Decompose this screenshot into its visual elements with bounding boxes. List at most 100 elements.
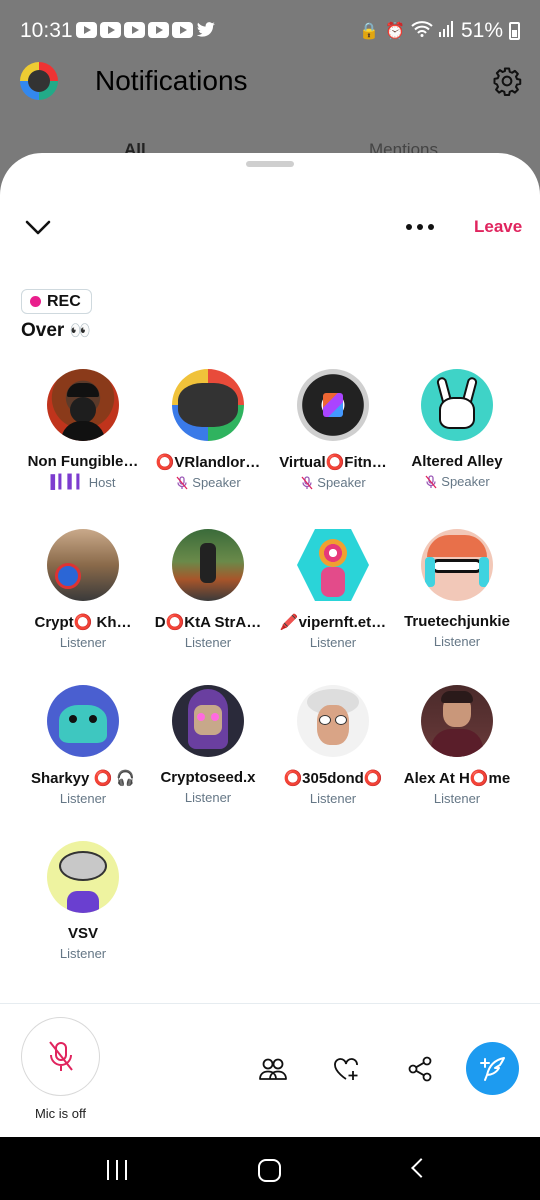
participant-name: Alex At H⭕me <box>403 770 511 787</box>
divider <box>0 1003 540 1004</box>
youtube-icon <box>172 22 193 38</box>
leave-button[interactable]: Leave <box>474 217 522 237</box>
battery-percent: 51% <box>460 19 503 42</box>
participant[interactable]: ⭕VRlandlor… Speaker <box>141 369 275 490</box>
participant-name: ⭕305dond⭕ <box>283 770 383 787</box>
mic-toggle-button[interactable] <box>21 1017 100 1096</box>
heart-plus-icon <box>334 1058 358 1080</box>
back-icon[interactable] <box>411 1158 431 1178</box>
participant-name: D⭕KtA StrA… <box>154 614 262 631</box>
avatar <box>172 369 244 441</box>
participant-role: Listener <box>309 791 357 806</box>
notification-icons <box>76 22 216 38</box>
youtube-icon <box>100 22 121 38</box>
avatar[interactable] <box>20 62 58 100</box>
more-options-button[interactable] <box>402 215 438 239</box>
youtube-icon <box>148 22 169 38</box>
mic-off-icon <box>48 1040 73 1071</box>
chevron-down-icon[interactable] <box>22 215 54 239</box>
participant-name: Crypt⭕ Kh… <box>34 614 132 631</box>
participant-name: Non Fungible… <box>27 453 139 470</box>
space-title: Over 👀 <box>21 320 91 341</box>
avatar <box>297 685 369 757</box>
participant[interactable]: Non Fungible… ▌▎▍▎ Host <box>16 369 150 490</box>
participant-role: Speaker <box>141 475 275 490</box>
participant-role: Listener <box>309 635 357 650</box>
rec-dot-icon <box>30 296 41 307</box>
signal-icon <box>438 20 455 42</box>
participant-name: ⭕VRlandlor… <box>155 454 261 471</box>
participant[interactable]: ⭕305dond⭕ Listener <box>266 685 400 806</box>
notifications-header: Notifications <box>0 60 540 104</box>
participant-role: Listener <box>433 791 481 806</box>
participant-name: VSV <box>67 925 98 942</box>
participant-role: Speaker <box>390 474 524 489</box>
participant-name: Cryptoseed.x <box>160 769 256 786</box>
avatar <box>47 369 119 441</box>
rec-label: REC <box>47 292 81 310</box>
participant[interactable]: Crypt⭕ Kh… Listener <box>16 529 150 650</box>
participant-name: Truetechjunkie <box>404 613 510 630</box>
participant-role: Speaker <box>266 475 400 490</box>
youtube-icon <box>76 22 97 38</box>
participant-name: Virtual⭕Fitn… <box>279 454 387 471</box>
wifi-icon <box>411 20 433 42</box>
battery-icon <box>509 22 520 40</box>
avatar <box>172 685 244 757</box>
avatar <box>297 369 369 441</box>
mic-muted-icon <box>176 475 188 489</box>
feather-plus-icon <box>479 1056 505 1081</box>
system-status: 🔒 ⏰ 51% <box>359 19 520 43</box>
participant-role: Listener <box>59 946 107 961</box>
twitter-icon <box>196 22 216 38</box>
status-time: 10:31 <box>20 19 73 42</box>
youtube-icon <box>124 22 145 38</box>
avatar <box>47 841 119 913</box>
home-icon[interactable] <box>258 1159 281 1182</box>
participant[interactable]: Alex At H⭕me Listener <box>390 685 524 806</box>
participant-name: Altered Alley <box>411 453 503 470</box>
participant[interactable]: 🖍️vipernft.et… Listener <box>266 529 400 650</box>
participant-role: Listener <box>59 791 107 806</box>
mic-status-label: Mic is off <box>34 1106 87 1121</box>
compose-tweet-button[interactable] <box>466 1042 519 1095</box>
participant[interactable]: Virtual⭕Fitn… Speaker <box>266 369 400 490</box>
participant-name: 🖍️vipernft.et… <box>279 614 387 631</box>
participant-role: ▌▎▍▎ Host <box>50 474 116 490</box>
participant[interactable]: VSV Listener <box>16 841 150 961</box>
participants-button[interactable] <box>257 1053 289 1085</box>
participant[interactable]: D⭕KtA StrA… Listener <box>141 529 275 650</box>
alarm-icon: ⏰ <box>385 23 405 40</box>
participant-role: Listener <box>184 635 232 650</box>
status-bar: 10:31 🔒 ⏰ 51% <box>0 0 540 60</box>
avatar <box>421 685 493 757</box>
audio-bars-icon: ▌▎▍▎ <box>50 474 87 489</box>
participant-role: Listener <box>59 635 107 650</box>
share-button[interactable] <box>404 1053 436 1085</box>
participant[interactable]: Cryptoseed.x Listener <box>141 685 275 805</box>
participant-role: Listener <box>433 634 481 649</box>
space-sheet: Leave REC Over 👀 Non Fungible… ▌▎▍▎ Host… <box>0 153 540 1137</box>
participant[interactable]: Altered Alley Speaker <box>390 369 524 489</box>
drag-handle[interactable] <box>246 161 294 167</box>
mic-muted-icon <box>425 474 437 488</box>
recording-badge: REC <box>21 289 92 314</box>
avatar <box>297 529 369 601</box>
avatar <box>421 369 493 441</box>
gear-icon[interactable] <box>492 66 522 96</box>
participant-name: Sharkyy ⭕ 🎧 <box>30 770 136 787</box>
avatar <box>47 529 119 601</box>
recent-apps-icon[interactable] <box>107 1160 127 1180</box>
participant-role: Listener <box>184 790 232 805</box>
participant[interactable]: Sharkyy ⭕ 🎧 Listener <box>16 685 150 806</box>
avatar <box>421 529 493 601</box>
navigation-bar <box>0 1137 540 1200</box>
eyes-emoji: 👀 <box>69 321 91 340</box>
react-button[interactable] <box>330 1053 362 1085</box>
avatar <box>47 685 119 757</box>
page-title: Notifications <box>95 65 248 96</box>
mic-muted-icon <box>301 475 313 489</box>
share-icon <box>408 1056 432 1082</box>
avatar <box>172 529 244 601</box>
participant[interactable]: Truetechjunkie Listener <box>390 529 524 649</box>
